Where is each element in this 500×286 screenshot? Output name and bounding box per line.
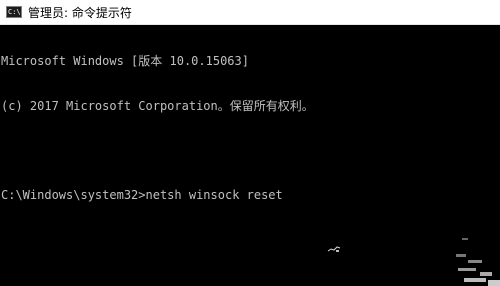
window-title: 管理员: 命令提示符	[28, 5, 132, 20]
console-line-copyright: (c) 2017 Microsoft Corporation。保留所有权利。	[1, 99, 314, 113]
console-output[interactable]: Microsoft Windows [版本 10.0.15063] (c) 20…	[0, 24, 500, 286]
background-glare	[456, 238, 500, 286]
console-line-version: Microsoft Windows [版本 10.0.15063]	[1, 54, 249, 68]
cmd-icon[interactable]: C:\	[6, 6, 22, 18]
console-line-command: C:\Windows\system32>netsh winsock reset	[1, 188, 283, 202]
background-speck	[327, 246, 341, 252]
command-prompt-window: C:\ 管理员: 命令提示符 Microsoft Windows [版本 10.…	[0, 0, 500, 286]
title-bar[interactable]: C:\ 管理员: 命令提示符	[0, 0, 500, 25]
